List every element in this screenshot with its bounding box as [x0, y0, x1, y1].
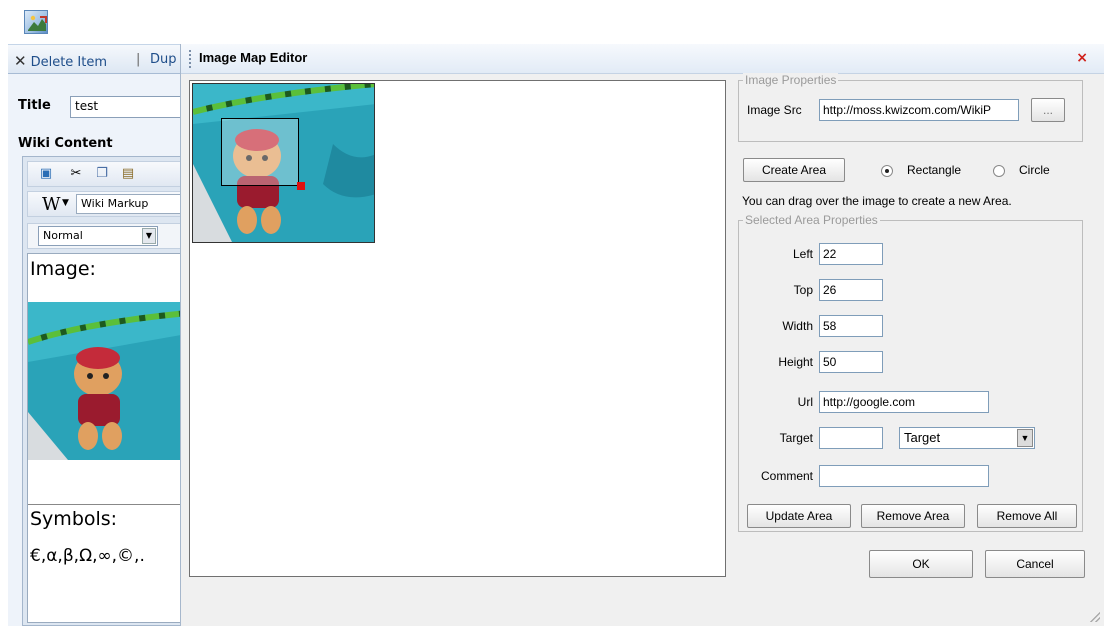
height-input[interactable]: 50 [819, 351, 883, 373]
wiki-editor: ▣ ✂ ❐ ▤ W ▼ Wiki Markup Normal ▼ Image: [22, 156, 192, 626]
url-input[interactable]: http://google.com [819, 391, 989, 413]
wiki-content-label: Wiki Content [18, 136, 113, 151]
remove-all-button[interactable]: Remove All [977, 504, 1077, 528]
left-label: Left [792, 247, 813, 261]
dialog-title: Image Map Editor [199, 50, 308, 65]
create-area-button[interactable]: Create Area [743, 158, 845, 182]
selected-area-properties-group: Selected Area Properties Left 22 Top 26 … [738, 213, 1083, 532]
browse-button[interactable]: ... [1031, 98, 1065, 122]
resize-grip-icon[interactable] [1090, 612, 1100, 622]
width-label: Width [782, 319, 813, 333]
selected-area-legend: Selected Area Properties [743, 213, 880, 227]
cut-icon[interactable]: ✂ [68, 166, 84, 182]
canvas-image[interactable] [192, 83, 375, 243]
rectangle-radio-label[interactable]: Rectangle [907, 163, 961, 177]
top-label: Top [793, 283, 813, 297]
close-icon[interactable]: × [1076, 50, 1088, 66]
circle-radio-label[interactable]: Circle [1019, 163, 1050, 177]
save-icon[interactable]: ▣ [38, 166, 54, 182]
rectangle-radio[interactable] [881, 165, 893, 177]
toolbar-separator: | [136, 52, 141, 67]
chevron-down-icon[interactable]: ▼ [62, 198, 69, 208]
update-area-button[interactable]: Update Area [747, 504, 851, 528]
url-label: Url [797, 395, 813, 409]
doc-divider [28, 504, 186, 505]
wiki-document[interactable]: Image: Symbols: €,α,β,Ω,∞,©,. [27, 253, 187, 623]
style-select-value: Normal [43, 229, 83, 242]
editor-toolbar-row-1: ▣ ✂ ❐ ▤ [27, 161, 187, 187]
drag-grip-icon[interactable] [189, 50, 192, 68]
dialog-titlebar[interactable]: Image Map Editor × [181, 44, 1104, 74]
editor-toolbar-row-3: Normal ▼ [27, 223, 187, 249]
target-label: Target [779, 431, 813, 445]
paste-icon[interactable]: ▤ [120, 166, 136, 182]
editor-toolbar-row-2: W ▼ Wiki Markup [27, 191, 187, 217]
doc-image-heading: Image: [30, 258, 96, 280]
copy-icon[interactable]: ❐ [94, 166, 110, 182]
dialog-body: Image Properties Image Src http://moss.k… [181, 73, 1104, 626]
wiki-w-icon[interactable]: W [42, 194, 61, 215]
delete-item-button[interactable]: ✕ Delete Item [14, 52, 107, 70]
style-select[interactable]: Normal ▼ [38, 226, 158, 246]
image-map-editor-dialog: Image Map Editor × Image Properties Imag… [180, 44, 1104, 626]
target-select[interactable]: Target ▼ [899, 427, 1035, 449]
chevron-down-icon[interactable]: ▼ [142, 228, 156, 244]
duplicate-item-button[interactable]: Dup [150, 52, 177, 67]
height-label: Height [778, 355, 813, 369]
doc-symbols-heading: Symbols: [30, 508, 118, 530]
title-input[interactable]: test [70, 96, 190, 118]
title-label: Title [18, 98, 51, 113]
target-input[interactable] [819, 427, 883, 449]
ok-button[interactable]: OK [869, 550, 973, 578]
image-map-icon[interactable] [24, 10, 48, 34]
chevron-down-icon[interactable]: ▼ [1017, 429, 1033, 447]
image-properties-group: Image Properties Image Src http://moss.k… [738, 73, 1083, 142]
target-select-value: Target [904, 430, 941, 445]
wiki-markup-button[interactable]: Wiki Markup [76, 194, 186, 214]
selected-area-rectangle[interactable] [221, 118, 299, 186]
kitten-pool-image [28, 302, 186, 460]
remove-area-button[interactable]: Remove Area [861, 504, 965, 528]
image-canvas[interactable] [189, 80, 726, 577]
delete-x-icon: ✕ [14, 52, 27, 70]
cancel-button[interactable]: Cancel [985, 550, 1085, 578]
delete-item-label: Delete Item [30, 55, 108, 70]
circle-radio[interactable] [993, 165, 1005, 177]
resize-handle[interactable] [297, 182, 305, 190]
image-src-input[interactable]: http://moss.kwizcom.com/WikiP [819, 99, 1019, 121]
left-input[interactable]: 22 [819, 243, 883, 265]
image-src-label: Image Src [747, 103, 802, 117]
image-properties-legend: Image Properties [743, 73, 839, 87]
create-area-hint: You can drag over the image to create a … [742, 194, 1012, 208]
top-input[interactable]: 26 [819, 279, 883, 301]
comment-label: Comment [760, 469, 813, 483]
doc-symbols-text: €,α,β,Ω,∞,©,. [30, 546, 145, 566]
width-input[interactable]: 58 [819, 315, 883, 337]
comment-input[interactable] [819, 465, 989, 487]
